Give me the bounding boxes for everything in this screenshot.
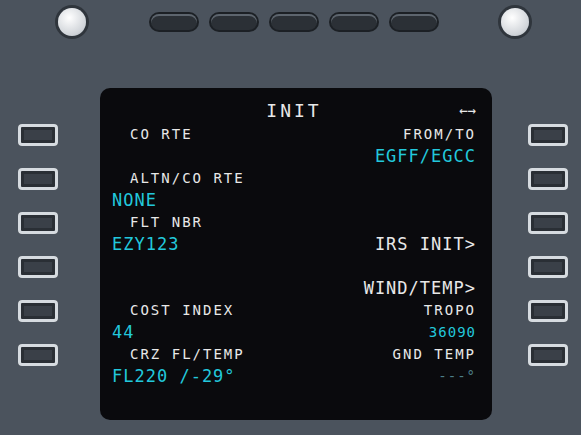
line-select-key[interactable] xyxy=(528,124,568,146)
slew-arrows-icon: ←→ xyxy=(459,102,476,118)
value-line: WIND/TEMP> xyxy=(112,276,476,300)
value-line: NONE xyxy=(112,188,476,212)
brightness-knob-icon[interactable] xyxy=(501,8,529,36)
right-lsk-column xyxy=(492,88,581,435)
right-label: GND TEMP xyxy=(393,346,476,362)
right-value: EGFF/EGCC xyxy=(375,146,476,166)
top-key[interactable] xyxy=(151,14,197,30)
left-label: COST INDEX xyxy=(112,302,234,318)
page-title: INIT xyxy=(266,100,321,121)
label-line: FLT NBR xyxy=(112,212,476,232)
top-bar xyxy=(0,0,581,88)
value-line: EZY123 IRS INIT> xyxy=(112,232,476,256)
label-line: ALTN/CO RTE xyxy=(112,168,476,188)
line-select-key[interactable] xyxy=(18,168,58,190)
data-row: COST INDEX TROPO 44 36090 xyxy=(112,300,476,344)
line-select-key[interactable] xyxy=(18,300,58,322)
left-value: FL220 /-29° xyxy=(112,366,236,386)
left-value: NONE xyxy=(112,190,157,210)
value-line: 44 36090 xyxy=(112,320,476,344)
left-label: FLT NBR xyxy=(112,214,203,230)
data-row: CO RTE FROM/TO EGFF/EGCC xyxy=(112,124,476,168)
line-select-key[interactable] xyxy=(18,212,58,234)
label-line: CRZ FL/TEMP GND TEMP xyxy=(112,344,476,364)
value-line: FL220 /-29° ---° xyxy=(112,364,476,388)
line-select-key[interactable] xyxy=(18,256,58,278)
left-label: CO RTE xyxy=(112,126,193,142)
left-lsk-column xyxy=(0,88,100,435)
title-row: INIT ←→ xyxy=(112,96,476,124)
left-value: 44 xyxy=(112,322,134,342)
line-select-key[interactable] xyxy=(18,344,58,366)
line-select-key[interactable] xyxy=(528,344,568,366)
line-select-key[interactable] xyxy=(528,300,568,322)
value-line: EGFF/EGCC xyxy=(112,144,476,168)
top-keys xyxy=(151,14,437,30)
top-key[interactable] xyxy=(271,14,317,30)
left-value: EZY123 xyxy=(112,234,179,254)
main: INIT ←→ CO RTE FROM/TO EGFF/EGCC ALTN/CO RTE N… xyxy=(0,88,581,435)
line-select-key[interactable] xyxy=(18,124,58,146)
mcdu: INIT ←→ CO RTE FROM/TO EGFF/EGCC ALTN/CO RTE N… xyxy=(0,0,581,435)
label-line: COST INDEX TROPO xyxy=(112,300,476,320)
data-row: ALTN/CO RTE NONE xyxy=(112,168,476,212)
data-row: FLT NBR EZY123 IRS INIT> xyxy=(112,212,476,256)
line-select-key[interactable] xyxy=(528,256,568,278)
top-key[interactable] xyxy=(331,14,377,30)
brightness-knob-icon[interactable] xyxy=(58,8,86,36)
top-key[interactable] xyxy=(391,14,437,30)
line-select-key[interactable] xyxy=(528,212,568,234)
data-row: WIND/TEMP> xyxy=(112,256,476,300)
left-label: ALTN/CO RTE xyxy=(112,170,245,186)
label-line: CO RTE FROM/TO xyxy=(112,124,476,144)
right-value: IRS INIT> xyxy=(375,234,476,254)
top-key[interactable] xyxy=(211,14,257,30)
right-value: 36090 xyxy=(429,324,476,340)
right-value: ---° xyxy=(438,368,476,384)
right-label: FROM/TO xyxy=(403,126,476,142)
right-value: WIND/TEMP> xyxy=(364,278,476,298)
line-select-key[interactable] xyxy=(528,168,568,190)
data-row: CRZ FL/TEMP GND TEMP FL220 /-29° ---° xyxy=(112,344,476,388)
screen: INIT ←→ CO RTE FROM/TO EGFF/EGCC ALTN/CO RTE N… xyxy=(100,88,492,420)
right-label: TROPO xyxy=(424,302,476,318)
left-label: CRZ FL/TEMP xyxy=(112,346,245,362)
